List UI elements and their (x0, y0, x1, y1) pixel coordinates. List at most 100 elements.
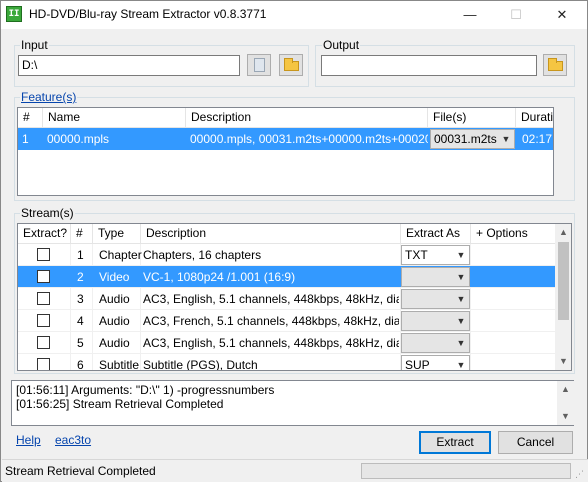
window-title: HD-DVD/Blu-ray Stream Extractor v0.8.377… (29, 7, 267, 21)
stream-row[interactable]: 4 Audio AC3, French, 5.1 channels, 448kbps… (18, 310, 555, 332)
extract-as-dropdown[interactable]: ▼ (401, 311, 470, 331)
grid-line (70, 354, 71, 370)
streams-scrollbar[interactable]: ▲ ▼ (555, 224, 571, 370)
feature-row[interactable]: 1 00000.mpls 00000.mpls, 00031.m2ts+0000… (18, 128, 553, 150)
extract-as-dropdown[interactable]: ▼ (401, 267, 470, 287)
input-label: Input (20, 38, 49, 52)
streams-col-type[interactable]: Type (93, 224, 141, 244)
browse-input-folder-button[interactable] (279, 54, 303, 76)
chevron-down-icon: ▼ (456, 250, 466, 260)
extract-as-value: SUP (405, 358, 430, 371)
stream-options-cell[interactable] (471, 244, 555, 266)
feature-num: 1 (22, 132, 29, 146)
chevron-down-icon: ▼ (501, 134, 511, 144)
stream-options-cell[interactable] (471, 288, 555, 310)
browse-disc-button[interactable] (247, 54, 271, 76)
stream-description: VC-1, 1080p24 /1.001 (16:9) (143, 270, 296, 284)
scroll-up-icon[interactable]: ▲ (555, 224, 571, 241)
grid-line (70, 266, 71, 288)
output-path-field[interactable] (321, 55, 537, 76)
log-box[interactable]: [01:56:11] Arguments: "D:\" 1) -progress… (11, 380, 574, 426)
extract-checkbox[interactable] (37, 336, 50, 349)
input-path-field[interactable]: D:\ (18, 55, 240, 76)
stream-row[interactable]: 6 Subtitle Subtitle (PGS), Dutch SUP ▼ (18, 354, 555, 371)
feature-name: 00000.mpls (47, 132, 110, 146)
stream-options-cell[interactable] (471, 310, 555, 332)
stream-options-cell[interactable] (471, 332, 555, 354)
status-text: Stream Retrieval Completed (5, 464, 156, 478)
browse-output-folder-button[interactable] (543, 54, 567, 76)
stream-options-cell[interactable] (471, 266, 555, 288)
stream-description: AC3, English, 5.1 channels, 448kbps, 48k… (143, 292, 399, 306)
main-window: II HD-DVD/Blu-ray Stream Extractor v0.8.… (0, 0, 588, 482)
scroll-down-icon[interactable]: ▼ (557, 408, 574, 425)
stream-type: Audio (99, 292, 130, 306)
app-icon: II (6, 6, 22, 22)
extract-button[interactable]: Extract (419, 431, 491, 454)
features-col-num[interactable]: # (18, 108, 43, 128)
extract-checkbox[interactable] (37, 292, 50, 305)
eac3to-link[interactable]: eac3to (55, 433, 91, 447)
grid-line (70, 310, 71, 332)
grid-line (70, 288, 71, 310)
extract-checkbox[interactable] (37, 248, 50, 261)
extract-checkbox[interactable] (37, 270, 50, 283)
close-button[interactable]: ✕ (539, 1, 585, 29)
grid-line (70, 332, 71, 354)
extract-as-dropdown[interactable]: ▼ (401, 289, 470, 309)
log-scrollbar[interactable]: ▲ ▼ (557, 381, 574, 425)
stream-num: 4 (77, 314, 84, 328)
stream-num: 2 (77, 270, 84, 284)
stream-num: 3 (77, 292, 84, 306)
features-list[interactable]: # Name Description File(s) Duration 1 00… (17, 107, 554, 196)
chevron-down-icon: ▼ (456, 272, 466, 282)
extract-checkbox[interactable] (37, 358, 50, 370)
streams-col-num[interactable]: # (71, 224, 93, 244)
resize-grip-icon[interactable]: ⋰ (575, 469, 584, 480)
features-col-duration[interactable]: Duration (516, 108, 553, 128)
stream-options-cell[interactable] (471, 354, 555, 370)
stream-num: 5 (77, 336, 84, 350)
features-link[interactable]: Feature(s) (20, 90, 78, 104)
scroll-down-icon[interactable]: ▼ (555, 353, 571, 370)
stream-row[interactable]: 1 Chapter Chapters, 16 chapters TXT ▼ (18, 244, 555, 266)
log-line: [01:56:11] Arguments: "D:\" 1) -progress… (16, 383, 275, 397)
stream-type: Chapter (99, 248, 142, 262)
feature-file-dropdown[interactable]: 00031.m2ts ▼ (430, 129, 515, 149)
streams-col-options[interactable]: + Options (471, 224, 556, 244)
title-bar: II HD-DVD/Blu-ray Stream Extractor v0.8.… (1, 1, 587, 29)
maximize-button[interactable]: ☐ (493, 1, 539, 29)
scroll-thumb[interactable] (558, 242, 569, 320)
folder-icon (548, 58, 563, 71)
stream-type: Subtitle (99, 358, 140, 371)
extract-checkbox[interactable] (37, 314, 50, 327)
streams-label: Stream(s) (20, 206, 75, 220)
chevron-down-icon: ▼ (456, 316, 466, 326)
extract-as-dropdown[interactable]: ▼ (401, 333, 470, 353)
features-col-name[interactable]: Name (43, 108, 186, 128)
help-link[interactable]: Help (16, 433, 41, 447)
stream-row[interactable]: 2 Video VC-1, 1080p24 /1.001 (16:9) ▼ (18, 266, 555, 288)
minimize-button[interactable]: — (447, 1, 493, 29)
extract-as-dropdown[interactable]: TXT ▼ (401, 245, 470, 265)
streams-col-extract-as[interactable]: Extract As (401, 224, 471, 244)
stream-type: Audio (99, 336, 130, 350)
progress-bar (361, 463, 571, 479)
stream-description: Chapters, 16 chapters (143, 248, 262, 262)
features-col-description[interactable]: Description (186, 108, 428, 128)
stream-row[interactable]: 5 Audio AC3, English, 5.1 channels, 448kbp… (18, 332, 555, 354)
features-col-files[interactable]: File(s) (428, 108, 516, 128)
stream-row[interactable]: 3 Audio AC3, English, 5.1 channels, 448kbp… (18, 288, 555, 310)
stream-description: Subtitle (PGS), Dutch (143, 358, 258, 371)
extract-as-dropdown[interactable]: SUP ▼ (401, 355, 470, 371)
scroll-up-icon[interactable]: ▲ (557, 381, 574, 398)
stream-description: AC3, French, 5.1 channels, 448kbps, 48kH… (143, 314, 399, 328)
extract-as-value: TXT (405, 248, 428, 262)
log-line: [01:56:25] Stream Retrieval Completed (16, 397, 224, 411)
stream-description: AC3, English, 5.1 channels, 448kbps, 48k… (143, 336, 399, 350)
status-bar: Stream Retrieval Completed ⋰ (2, 459, 588, 482)
cancel-button[interactable]: Cancel (498, 431, 573, 454)
streams-list[interactable]: Extract? # Type Description Extract As +… (17, 223, 572, 371)
streams-col-description[interactable]: Description (141, 224, 401, 244)
streams-col-extract[interactable]: Extract? (18, 224, 71, 244)
